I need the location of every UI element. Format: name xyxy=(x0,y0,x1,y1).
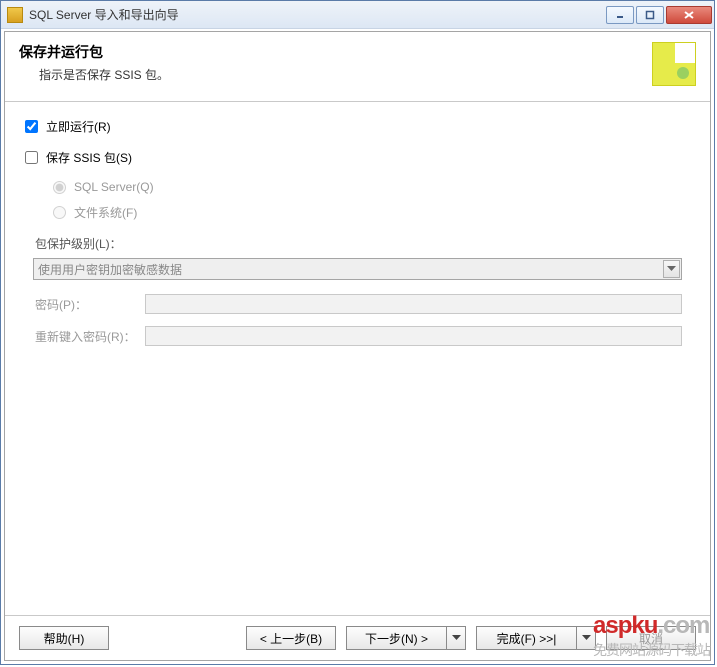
radio-sqlserver-label: SQL Server(Q) xyxy=(74,180,154,194)
next-button-split: 下一步(N) > xyxy=(346,626,466,650)
next-button-label: 下一步(N) > xyxy=(365,630,428,647)
minimize-button[interactable] xyxy=(606,6,634,24)
dialog-header: 保存并运行包 指示是否保存 SSIS 包。 xyxy=(5,32,710,102)
next-dropdown-button[interactable] xyxy=(446,626,466,650)
dialog-body: 保存并运行包 指示是否保存 SSIS 包。 立即运行(R) 保存 SSIS 包(… xyxy=(4,31,711,661)
radio-filesystem-label: 文件系统(F) xyxy=(74,204,137,221)
retype-password-row: 重新键入密码(R)： xyxy=(35,326,682,346)
protection-level-wrap: 使用用户密钥加密敏感数据 xyxy=(33,258,682,280)
protection-level-label: 包保护级别(L)： xyxy=(35,235,690,252)
run-now-row[interactable]: 立即运行(R) xyxy=(25,118,690,135)
password-row: 密码(P)： xyxy=(35,294,682,314)
maximize-button[interactable] xyxy=(636,6,664,24)
finish-button-label: 完成(F) >>| xyxy=(497,630,557,647)
finish-dropdown-button[interactable] xyxy=(576,626,596,650)
chevron-down-icon xyxy=(582,635,591,641)
cancel-button-label: 取消 xyxy=(639,630,663,647)
button-bar: 帮助(H) < 上一步(B) 下一步(N) > 完成(F) >>| xyxy=(5,615,710,660)
content-area: 立即运行(R) 保存 SSIS 包(S) SQL Server(Q) 文件系统(… xyxy=(5,102,710,615)
retype-password-label: 重新键入密码(R)： xyxy=(35,328,145,345)
finish-button[interactable]: 完成(F) >>| xyxy=(476,626,576,650)
wizard-icon xyxy=(652,42,696,86)
help-button[interactable]: 帮助(H) xyxy=(19,626,109,650)
password-label: 密码(P)： xyxy=(35,296,145,313)
radio-filesystem-row: 文件系统(F) xyxy=(53,204,690,221)
maximize-icon xyxy=(645,10,655,20)
help-button-label: 帮助(H) xyxy=(44,630,85,647)
window-controls xyxy=(606,6,712,24)
chevron-down-icon xyxy=(667,266,676,272)
titlebar: SQL Server 导入和导出向导 xyxy=(1,1,714,29)
protection-level-value: 使用用户密钥加密敏感数据 xyxy=(38,261,182,278)
cancel-button[interactable]: 取消 xyxy=(606,626,696,650)
outer-window: SQL Server 导入和导出向导 保存并运行包 指示是否保存 SSIS 包。 xyxy=(0,0,715,665)
back-button-label: < 上一步(B) xyxy=(260,630,322,647)
save-ssis-label: 保存 SSIS 包(S) xyxy=(46,149,132,166)
radio-filesystem xyxy=(53,206,66,219)
next-button[interactable]: 下一步(N) > xyxy=(346,626,446,650)
password-input xyxy=(145,294,682,314)
close-icon xyxy=(683,10,695,20)
window-title: SQL Server 导入和导出向导 xyxy=(29,6,606,23)
run-now-checkbox[interactable] xyxy=(25,120,38,133)
page-subtitle: 指示是否保存 SSIS 包。 xyxy=(19,66,648,83)
close-button[interactable] xyxy=(666,6,712,24)
retype-password-input xyxy=(145,326,682,346)
radio-sqlserver xyxy=(53,181,66,194)
run-now-label: 立即运行(R) xyxy=(46,118,111,135)
back-button[interactable]: < 上一步(B) xyxy=(246,626,336,650)
save-ssis-row[interactable]: 保存 SSIS 包(S) xyxy=(25,149,690,166)
radio-sqlserver-row: SQL Server(Q) xyxy=(53,180,690,194)
save-target-group: SQL Server(Q) 文件系统(F) xyxy=(25,180,690,221)
finish-button-split: 完成(F) >>| xyxy=(476,626,596,650)
protection-level-dropdown: 使用用户密钥加密敏感数据 xyxy=(33,258,682,280)
minimize-icon xyxy=(615,10,625,20)
dropdown-button xyxy=(663,260,680,278)
header-text-block: 保存并运行包 指示是否保存 SSIS 包。 xyxy=(19,42,648,83)
app-icon xyxy=(7,7,23,23)
page-title: 保存并运行包 xyxy=(19,42,648,62)
save-ssis-checkbox[interactable] xyxy=(25,151,38,164)
chevron-down-icon xyxy=(452,635,461,641)
